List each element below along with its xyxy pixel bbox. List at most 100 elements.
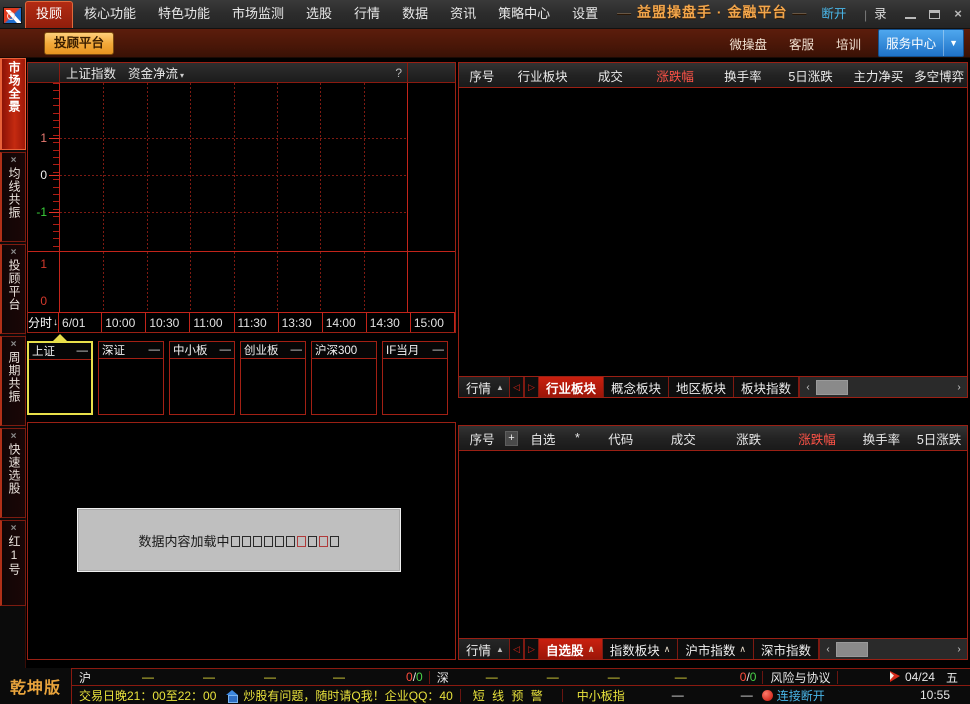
- index-box-2[interactable]: 中小板—: [169, 341, 235, 415]
- connection-status-label[interactable]: 连接断开: [777, 687, 832, 704]
- tab-3[interactable]: 深市指数: [754, 639, 819, 659]
- home-icon[interactable]: [226, 690, 238, 701]
- tab-2[interactable]: 地区板块: [669, 377, 734, 397]
- minimize-button[interactable]: [898, 4, 922, 24]
- toolbar-link-1[interactable]: 客服: [778, 34, 825, 53]
- tab-1[interactable]: 概念板块: [604, 377, 669, 397]
- tab-next-button[interactable]: ▷: [524, 639, 539, 659]
- close-icon[interactable]: ×: [11, 431, 17, 442]
- tab-next-button[interactable]: ▷: [524, 377, 539, 397]
- help-icon[interactable]: ?: [395, 66, 407, 80]
- column-header-2[interactable]: 成交: [581, 66, 641, 85]
- menu-item-3[interactable]: 市场监测: [221, 1, 295, 28]
- tab-0[interactable]: 行业板块: [539, 377, 604, 397]
- chart-indicator-selector[interactable]: 资金净流▾: [116, 63, 184, 82]
- chart-right-column: [407, 83, 455, 251]
- maximize-button[interactable]: [922, 4, 946, 24]
- tab-3[interactable]: 板块指数: [734, 377, 799, 397]
- column-header-6[interactable]: 主力净买: [845, 66, 911, 85]
- column-header-2[interactable]: 自选: [521, 429, 565, 448]
- index-box-3[interactable]: 创业板—: [240, 341, 306, 415]
- column-header-1[interactable]: +: [505, 431, 518, 446]
- close-icon[interactable]: ×: [11, 523, 17, 534]
- time-axis-cell-0[interactable]: 分时↓: [28, 313, 59, 332]
- tab-prev-button[interactable]: ◁: [509, 639, 524, 659]
- sidebar-item-5[interactable]: ×红1号: [0, 520, 26, 606]
- sector-table-body[interactable]: [459, 88, 967, 397]
- column-header-7[interactable]: 涨跌幅: [782, 429, 851, 448]
- toolbar-link-2[interactable]: 培训: [825, 34, 872, 53]
- column-header-3[interactable]: 涨跌幅: [640, 66, 710, 85]
- column-header-1[interactable]: 行业板块: [505, 66, 581, 85]
- y-tick: [53, 201, 59, 202]
- column-header-6[interactable]: 涨跌: [715, 429, 782, 448]
- connection-status-link[interactable]: 连接断开: [815, 0, 863, 28]
- chart-time-axis: 分时↓6/0110:0010:3011:0011:3013:3014:0014:…: [28, 312, 455, 332]
- index-box-4[interactable]: 沪深300: [311, 341, 377, 415]
- index-box-1[interactable]: 深证—: [98, 341, 164, 415]
- column-header-0[interactable]: 序号: [459, 429, 505, 448]
- tab-scrollbar[interactable]: ‹›: [799, 377, 967, 397]
- column-header-8[interactable]: 换手率: [852, 429, 912, 448]
- close-icon[interactable]: ×: [11, 155, 17, 166]
- menu-item-0[interactable]: 投顾: [25, 1, 73, 28]
- column-header-9[interactable]: 5日涨跌: [911, 429, 967, 448]
- sidebar-item-3[interactable]: ×周期共振: [0, 336, 26, 426]
- toolbar-link-0[interactable]: 微操盘: [719, 34, 779, 53]
- menu-item-5[interactable]: 行情: [343, 1, 391, 28]
- marquee-message[interactable]: 炒股有问题，随时请Q我！企业QQ：40: [243, 687, 459, 704]
- column-header-3[interactable]: *: [565, 431, 590, 445]
- time-axis-cell-8: 14:30: [367, 313, 411, 332]
- close-button[interactable]: ×: [946, 4, 970, 24]
- watchlist-table-body[interactable]: [459, 451, 967, 659]
- sidebar-item-1[interactable]: ×均线共振: [0, 152, 26, 242]
- risk-agreement-link[interactable]: 风险与协议: [763, 669, 837, 686]
- column-header-5[interactable]: 5日涨跌: [776, 66, 846, 85]
- menu-item-2[interactable]: 特色功能: [147, 1, 221, 28]
- arrow-down-icon: ↓: [52, 317, 58, 328]
- tabbar-title[interactable]: 行情▲: [459, 377, 509, 397]
- close-icon[interactable]: ×: [11, 339, 17, 350]
- advisor-platform-button[interactable]: 投顾平台: [44, 32, 114, 55]
- tab-scrollbar[interactable]: ‹›: [819, 639, 967, 659]
- menu-item-8[interactable]: 策略中心: [487, 1, 561, 28]
- login-link[interactable]: 登录: [868, 0, 898, 28]
- menu-item-1[interactable]: 核心功能: [73, 1, 147, 28]
- column-header-5[interactable]: 成交: [652, 429, 715, 448]
- chart-plot-area[interactable]: [60, 83, 407, 251]
- service-center-button[interactable]: 服务中心 ▼: [878, 29, 964, 57]
- menu-item-6[interactable]: 数据: [391, 1, 439, 28]
- column-header-4[interactable]: 换手率: [710, 66, 776, 85]
- tab-0[interactable]: 自选股∧: [539, 639, 603, 659]
- tab-1[interactable]: 指数板块∧: [603, 639, 679, 659]
- sidebar-item-2[interactable]: ×投顾平台: [0, 244, 26, 334]
- scroll-right-icon[interactable]: ›: [951, 382, 967, 393]
- column-header-4[interactable]: 代码: [590, 429, 652, 448]
- menu-item-9[interactable]: 设置: [561, 1, 609, 28]
- y-axis-label-1: 0: [40, 169, 47, 181]
- index-box-header: 上证—: [29, 343, 91, 360]
- tabbar-title[interactable]: 行情▲: [459, 639, 509, 659]
- close-icon[interactable]: ×: [11, 247, 17, 258]
- short-term-alert-button[interactable]: 短 线 预 警: [461, 687, 552, 704]
- column-header-0[interactable]: 序号: [459, 66, 505, 85]
- menu-item-7[interactable]: 资讯: [439, 1, 487, 28]
- sidebar-item-4[interactable]: ×快速选股: [0, 428, 26, 518]
- scroll-left-icon[interactable]: ‹: [800, 382, 816, 393]
- volume-plot-area[interactable]: [60, 252, 407, 312]
- scroll-left-icon[interactable]: ‹: [820, 644, 836, 655]
- scrollbar-thumb[interactable]: [836, 642, 868, 657]
- column-header-7[interactable]: 多空博弈: [911, 66, 967, 85]
- index-box-5[interactable]: IF当月—: [382, 341, 448, 415]
- menu-item-4[interactable]: 选股: [295, 1, 343, 28]
- scrollbar-thumb[interactable]: [816, 380, 848, 395]
- index-box-value: —: [291, 344, 303, 356]
- scroll-right-icon[interactable]: ›: [951, 644, 967, 655]
- y-axis-label-2: -1: [36, 206, 47, 218]
- sidebar-item-0[interactable]: 市场全景: [0, 58, 26, 150]
- tab-prev-button[interactable]: ◁: [509, 377, 524, 397]
- clock-group: 10:55: [913, 688, 970, 702]
- index-box-0[interactable]: 上证—: [27, 341, 93, 415]
- tab-2[interactable]: 沪市指数∧: [678, 639, 754, 659]
- loading-block-6: [297, 536, 306, 547]
